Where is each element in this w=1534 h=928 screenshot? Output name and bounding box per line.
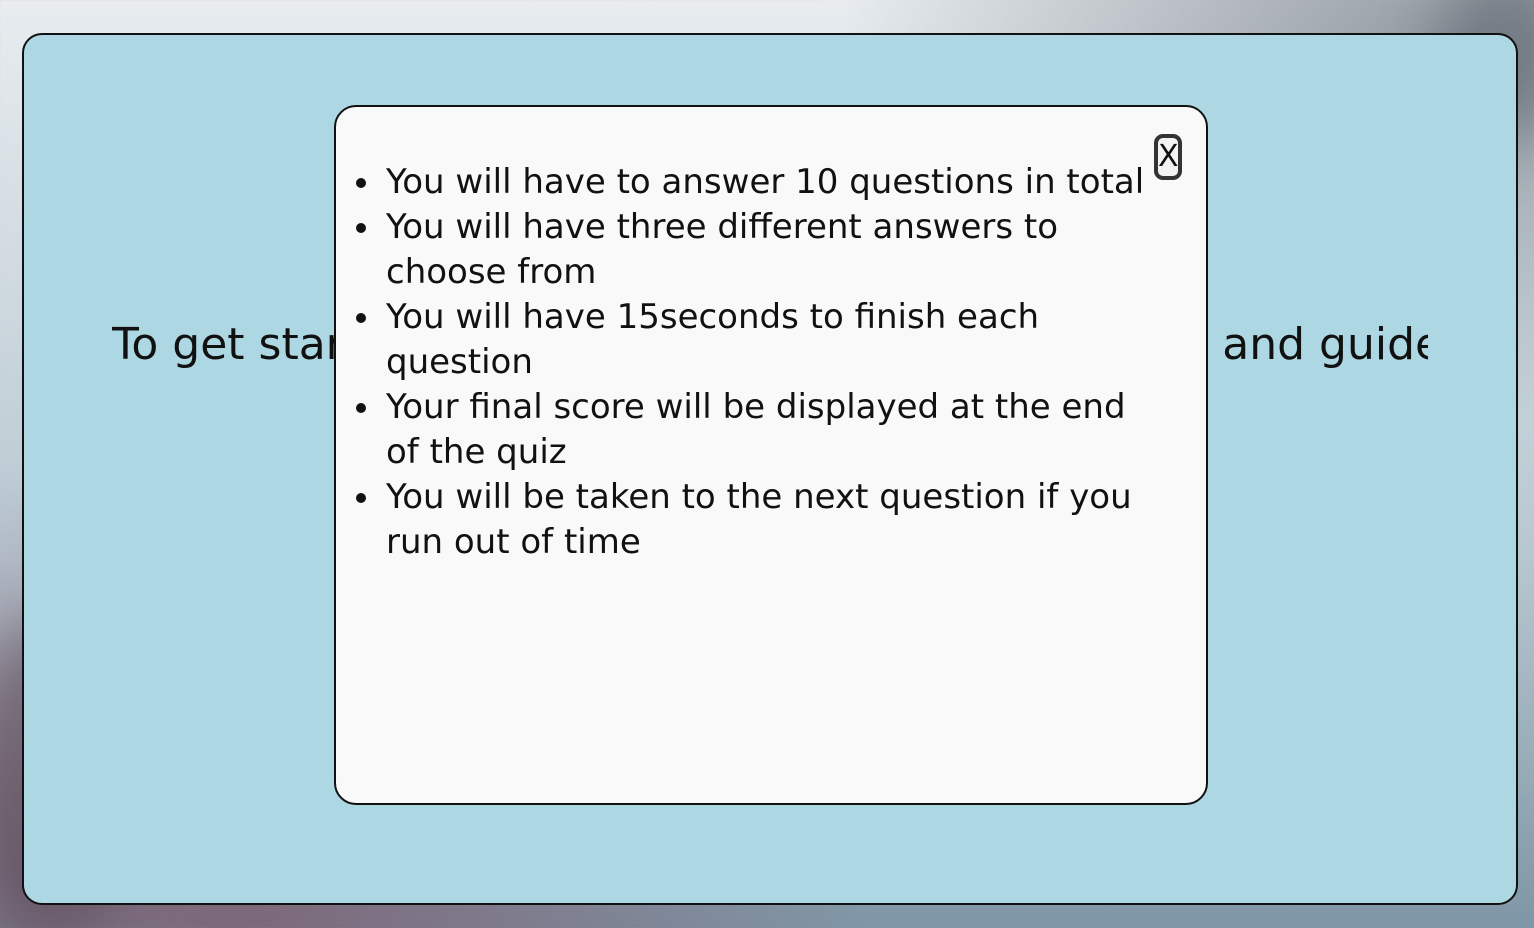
rule-item: You will have to answer 10 questions in …: [356, 160, 1156, 205]
close-button[interactable]: X: [1154, 134, 1182, 180]
rules-modal: X You will have to answer 10 questions i…: [334, 105, 1208, 805]
rule-item: You will have three different answers to…: [356, 205, 1156, 295]
rule-item: You will be taken to the next question i…: [356, 475, 1156, 565]
rule-item: You will have 15seconds to finish each q…: [356, 295, 1156, 385]
rule-item: Your final score will be displayed at th…: [356, 385, 1156, 475]
rules-list: You will have to answer 10 questions in …: [356, 160, 1156, 565]
